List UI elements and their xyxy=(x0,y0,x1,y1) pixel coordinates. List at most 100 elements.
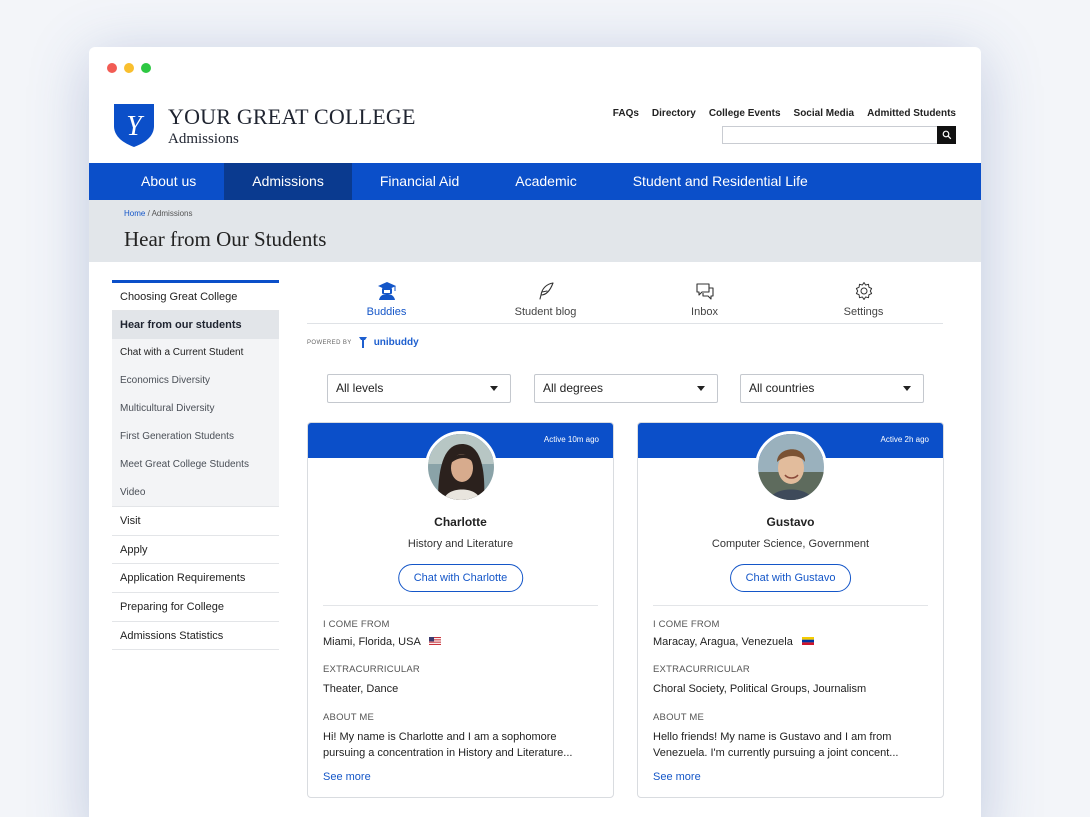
utility-links: FAQs Directory College Events Social Med… xyxy=(613,108,956,119)
sidebar-item-chat-current-student[interactable]: Chat with a Current Student xyxy=(112,339,279,367)
sidebar-item-apply[interactable]: Apply xyxy=(112,536,279,565)
tab-settings-label: Settings xyxy=(843,306,884,318)
sidebar-item-choosing[interactable]: Choosing Great College xyxy=(112,283,279,311)
utility-link-social-media[interactable]: Social Media xyxy=(794,108,855,119)
levels-select-value: All levels xyxy=(336,381,384,395)
search-button[interactable] xyxy=(937,126,956,144)
utility-link-faqs[interactable]: FAQs xyxy=(613,108,639,119)
chevron-down-icon xyxy=(903,386,911,391)
search-box xyxy=(722,126,956,146)
active-status: Active 10m ago xyxy=(543,435,599,444)
extracurricular-value: Choral Society, Political Groups, Journa… xyxy=(653,683,867,695)
from-value: Miami, Florida, USA xyxy=(323,636,421,648)
nav-item-financial-aid[interactable]: Financial Aid xyxy=(352,163,487,200)
graduate-icon xyxy=(377,282,396,300)
about-value: Hi! My name is Charlotte and I am a soph… xyxy=(323,731,573,759)
from-label: I COME FROM xyxy=(323,619,390,630)
buddy-name: Charlotte xyxy=(434,515,487,529)
extracurricular-value: Theater, Dance xyxy=(323,683,399,695)
maximize-dot[interactable] xyxy=(141,63,151,73)
buddy-card: Active 2h ago Gustavo Computer Science, … xyxy=(637,422,944,798)
flag-usa-icon xyxy=(429,637,442,645)
nav-item-about-us[interactable]: About us xyxy=(89,163,224,200)
divider xyxy=(323,605,598,606)
avatar[interactable] xyxy=(424,431,497,503)
active-status: Active 2h ago xyxy=(880,435,929,444)
countries-select[interactable]: All countries xyxy=(740,374,924,403)
chevron-down-icon xyxy=(697,386,705,391)
page-banner: Home / Admissions Hear from Our Students xyxy=(89,200,981,262)
minimize-dot[interactable] xyxy=(124,63,134,73)
page-title: Hear from Our Students xyxy=(124,227,327,251)
tab-inbox[interactable]: Inbox xyxy=(625,279,784,323)
chat-button[interactable]: Chat with Charlotte xyxy=(397,564,524,592)
about-label: ABOUT ME xyxy=(653,712,705,723)
search-icon xyxy=(942,130,951,140)
widget-tabs: Buddies Student blog Inbox Settings xyxy=(307,279,943,324)
degrees-select-value: All degrees xyxy=(543,381,604,395)
breadcrumb-separator: / xyxy=(147,209,150,218)
chat-bubbles-icon xyxy=(695,283,714,300)
tab-buddies[interactable]: Buddies xyxy=(307,279,466,323)
browser-window: Y YOUR GREAT COLLEGE Admissions FAQs Dir… xyxy=(89,47,981,817)
tab-buddies-label: Buddies xyxy=(366,306,407,318)
college-subtitle: Admissions xyxy=(168,131,239,147)
sidebar-item-visit[interactable]: Visit xyxy=(112,507,279,536)
nav-item-admissions[interactable]: Admissions xyxy=(224,163,352,200)
extracurricular-label: EXTRACURRICULAR xyxy=(323,664,420,675)
sidebar-nav: Choosing Great College Hear from our stu… xyxy=(112,280,279,651)
sidebar-item-preparing[interactable]: Preparing for College xyxy=(112,593,279,622)
utility-link-directory[interactable]: Directory xyxy=(652,108,696,119)
sidebar-item-video[interactable]: Video xyxy=(112,479,279,507)
sidebar-item-first-generation[interactable]: First Generation Students xyxy=(112,423,279,451)
main-nav: About us Admissions Financial Aid Academ… xyxy=(89,163,981,200)
feather-icon xyxy=(538,282,554,300)
unibuddy-logo-icon xyxy=(358,337,367,348)
from-value-row: Maracay, Aragua, Venezuela xyxy=(653,634,929,650)
avatar[interactable] xyxy=(754,431,827,503)
window-controls xyxy=(107,63,151,73)
degrees-select[interactable]: All degrees xyxy=(534,374,718,403)
college-name[interactable]: YOUR GREAT COLLEGE xyxy=(168,104,416,130)
see-more-link[interactable]: See more xyxy=(653,771,701,783)
breadcrumb-current: Admissions xyxy=(151,209,193,218)
levels-select[interactable]: All levels xyxy=(327,374,511,403)
sidebar-item-admissions-statistics[interactable]: Admissions Statistics xyxy=(112,622,279,651)
tab-inbox-label: Inbox xyxy=(691,306,718,318)
tab-student-blog[interactable]: Student blog xyxy=(466,279,625,323)
chevron-down-icon xyxy=(490,386,498,391)
from-label: I COME FROM xyxy=(653,619,720,630)
nav-item-academic[interactable]: Academic xyxy=(487,163,604,200)
sidebar-item-meet-students[interactable]: Meet Great College Students xyxy=(112,451,279,479)
breadcrumb-home[interactable]: Home xyxy=(124,209,145,218)
from-value-row: Miami, Florida, USA xyxy=(323,634,599,650)
sidebar-item-multicultural-diversity[interactable]: Multicultural Diversity xyxy=(112,395,279,423)
search-input[interactable] xyxy=(723,129,937,146)
see-more-link[interactable]: See more xyxy=(323,771,371,783)
powered-by: POWERED BY unibuddy xyxy=(307,336,419,349)
unibuddy-brand[interactable]: unibuddy xyxy=(374,337,419,348)
powered-by-label: POWERED BY xyxy=(307,339,352,346)
gear-icon xyxy=(855,282,872,300)
college-logo-icon[interactable]: Y xyxy=(112,102,156,148)
extracurricular-label: EXTRACURRICULAR xyxy=(653,664,750,675)
sidebar-item-hear-from-students[interactable]: Hear from our students xyxy=(112,311,279,339)
about-label: ABOUT ME xyxy=(323,712,375,723)
nav-item-student-life[interactable]: Student and Residential Life xyxy=(605,163,836,200)
sidebar-item-application-requirements[interactable]: Application Requirements xyxy=(112,564,279,594)
utility-link-college-events[interactable]: College Events xyxy=(709,108,781,119)
buddy-card: Active 10m ago Charlotte History and Lit… xyxy=(307,422,614,798)
buddy-subject: Computer Science, Government xyxy=(711,538,870,550)
tab-student-blog-label: Student blog xyxy=(514,306,577,318)
about-value: Hello friends! My name is Gustavo and I … xyxy=(653,731,899,759)
chat-button[interactable]: Chat with Gustavo xyxy=(729,564,852,592)
countries-select-value: All countries xyxy=(749,381,815,395)
flag-venezuela-icon xyxy=(801,637,814,645)
buddy-name: Gustavo xyxy=(766,515,815,529)
tab-settings[interactable]: Settings xyxy=(784,279,943,323)
close-dot[interactable] xyxy=(107,63,117,73)
utility-link-admitted-students[interactable]: Admitted Students xyxy=(867,108,956,119)
breadcrumb: Home / Admissions xyxy=(124,209,193,218)
sidebar-item-economics-diversity[interactable]: Economics Diversity xyxy=(112,367,279,395)
from-value: Maracay, Aragua, Venezuela xyxy=(653,636,793,648)
